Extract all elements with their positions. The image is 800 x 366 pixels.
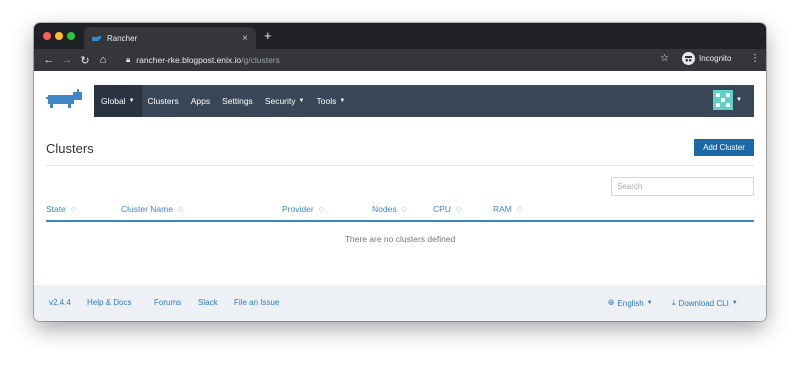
forward-icon[interactable]: →	[58, 54, 76, 66]
sort-icon: ◇	[177, 206, 184, 213]
nav-item-label: Clusters	[147, 96, 179, 106]
slack-link[interactable]: Slack	[198, 298, 218, 307]
nav-item-label: Tools	[316, 96, 337, 106]
nav-menu: Global ▼ Clusters Apps Settings Security…	[94, 85, 351, 117]
language-selector[interactable]: 🌐︎ English ▼	[608, 298, 653, 308]
nav-item-settings[interactable]: Settings	[216, 85, 259, 117]
nav-item-clusters[interactable]: Clusters	[142, 85, 185, 117]
sort-icon: ◇	[401, 206, 407, 213]
close-window-icon[interactable]	[43, 32, 51, 40]
column-header-provider[interactable]: Provider ◇	[282, 204, 324, 214]
sort-icon: ◇	[70, 206, 77, 213]
browser-tab[interactable]: Rancher ×	[84, 27, 256, 49]
tab-close-icon[interactable]: ×	[242, 33, 248, 44]
file-issue-link[interactable]: File an Issue	[234, 298, 279, 307]
incognito-indicator[interactable]: Incognito	[682, 52, 731, 65]
user-menu[interactable]: ▼	[713, 90, 742, 110]
rancher-favicon-icon	[92, 34, 101, 43]
bookmark-star-icon[interactable]: ☆	[660, 53, 669, 64]
add-cluster-button[interactable]: Add Cluster	[694, 139, 754, 156]
page-title: Clusters	[46, 141, 94, 156]
nav-item-label: Apps	[190, 96, 211, 106]
chevron-down-icon: ▼	[298, 98, 305, 104]
version-link[interactable]: v2.4.4	[49, 298, 71, 307]
column-label: State	[46, 204, 66, 214]
help-docs-link[interactable]: Help & Docs	[87, 298, 131, 307]
tab-bar: Rancher × +	[34, 23, 766, 49]
chevron-down-icon: ▼	[339, 98, 346, 104]
browser-toolbar: ← → ↻ ⌂ 🔒︎ rancher-rke.blogpost.enix.io /…	[34, 49, 766, 71]
reload-icon[interactable]: ↻	[76, 54, 94, 67]
column-label: Provider	[282, 204, 314, 214]
column-label: RAM	[493, 204, 512, 214]
column-header-cluster-name[interactable]: Cluster Name ◇	[121, 204, 183, 214]
browser-window: Rancher × + ← → ↻ ⌂ 🔒︎ rancher-rke.blogp…	[34, 23, 766, 321]
chevron-down-icon: ▼	[128, 98, 135, 104]
column-header-ram[interactable]: RAM ◇	[493, 204, 522, 214]
language-label: English	[617, 298, 644, 308]
chevron-down-icon: ▼	[731, 300, 738, 306]
sort-icon: ◇	[455, 206, 462, 213]
search-input[interactable]	[611, 177, 754, 196]
maximize-window-icon[interactable]	[67, 32, 75, 40]
globe-icon: 🌐︎	[608, 298, 615, 307]
top-nav: Global ▼ Clusters Apps Settings Security…	[34, 71, 754, 131]
download-label: Download CLI	[678, 298, 729, 308]
table-header-underline	[46, 220, 754, 222]
minimize-window-icon[interactable]	[55, 32, 63, 40]
chevron-down-icon: ▼	[646, 300, 653, 306]
nav-item-global[interactable]: Global ▼	[94, 85, 142, 117]
address-bar[interactable]: 🔒︎ rancher-rke.blogpost.enix.io/g/cluste…	[122, 52, 676, 68]
forums-link[interactable]: Forums	[154, 298, 181, 307]
back-icon[interactable]: ←	[40, 54, 58, 66]
column-header-state[interactable]: State ◇	[46, 204, 76, 214]
download-icon: ⤓	[672, 298, 676, 307]
rancher-logo-icon[interactable]	[46, 89, 86, 109]
tab-title: Rancher	[107, 33, 138, 43]
browser-menu-icon[interactable]: ⋮	[750, 53, 760, 64]
logo-area	[34, 71, 94, 131]
sort-icon: ◇	[516, 206, 523, 213]
column-header-cpu[interactable]: CPU ◇	[433, 204, 461, 214]
avatar	[713, 90, 734, 110]
column-header-nodes[interactable]: Nodes ◇	[372, 204, 407, 214]
url-host: rancher-rke.blogpost.enix.io	[136, 55, 242, 65]
lock-icon: 🔒︎	[126, 55, 131, 64]
nav-item-label: Settings	[222, 96, 253, 106]
column-label: CPU	[433, 204, 451, 214]
url-path: /g/clusters	[241, 55, 280, 65]
nav-item-label: Security	[264, 96, 296, 106]
nav-item-label: Global	[101, 96, 126, 106]
header-divider	[46, 165, 754, 166]
column-label: Nodes	[372, 204, 397, 214]
sort-icon: ◇	[318, 206, 325, 213]
nav-item-apps[interactable]: Apps	[185, 85, 216, 117]
nav-item-tools[interactable]: Tools ▼	[310, 85, 351, 117]
new-tab-icon[interactable]: +	[264, 28, 272, 44]
chevron-down-icon: ▼	[736, 97, 742, 103]
column-label: Cluster Name	[121, 204, 173, 214]
download-cli-menu[interactable]: ⤓ Download CLI ▼	[672, 298, 738, 308]
incognito-label: Incognito	[699, 54, 732, 63]
incognito-icon	[682, 52, 695, 65]
table-header: State ◇ Cluster Name ◇ Provider ◇ Nodes ◇ CP…	[46, 204, 754, 218]
nav-item-security[interactable]: Security ▼	[259, 85, 311, 117]
empty-state-message: There are no clusters defined	[344, 234, 456, 244]
home-icon[interactable]: ⌂	[94, 54, 112, 66]
footer: v2.4.4 Help & Docs Forums Slack File an …	[34, 285, 766, 321]
rancher-page: Global ▼ Clusters Apps Settings Security…	[34, 71, 766, 321]
